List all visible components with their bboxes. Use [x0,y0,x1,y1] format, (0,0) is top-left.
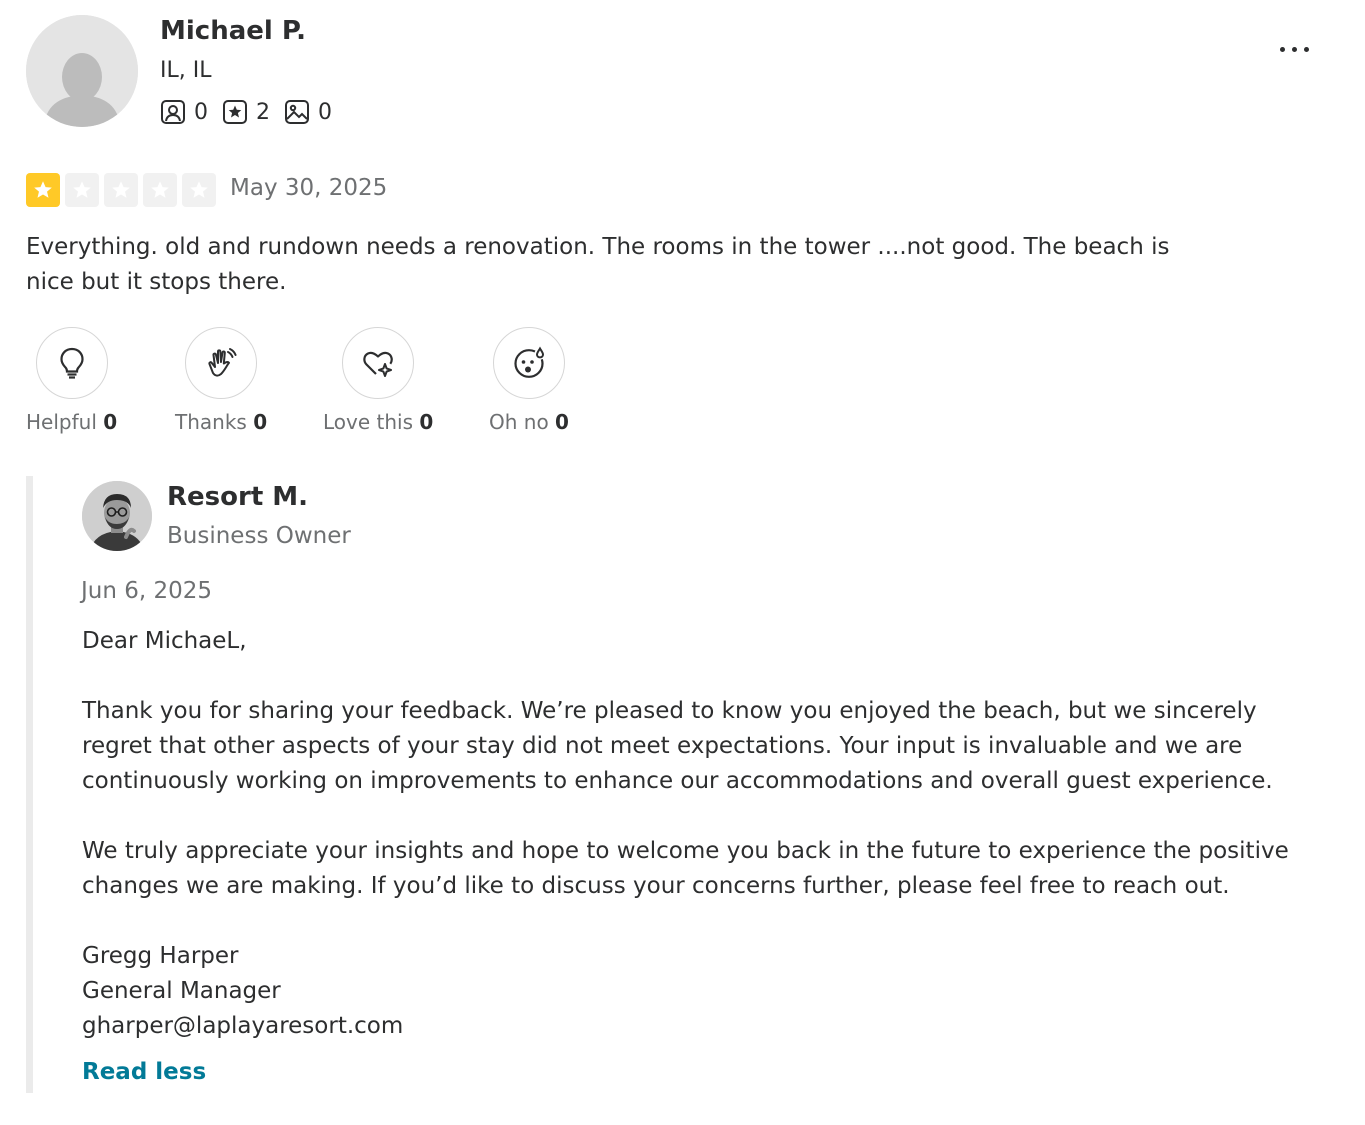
love-this-count: 0 [419,410,434,434]
thanks-reaction-button[interactable]: Thanks 0 [175,327,267,434]
reviewer-stats: 0 2 0 [160,99,346,125]
star-rating [26,173,216,207]
star-icon [104,173,138,207]
reviews-stat: 2 [222,99,270,125]
photos-stat: 0 [284,99,332,125]
friends-icon [161,100,185,124]
review-date: May 30, 2025 [230,175,388,201]
oh-no-reaction-button[interactable]: Oh no 0 [489,327,569,434]
more-options-button[interactable] [1270,34,1318,64]
waving-hands-icon [208,348,237,377]
oh-no-count: 0 [555,410,569,434]
oh-no-label: Oh no 0 [489,410,569,434]
reply-date: Jun 6, 2025 [81,578,213,604]
dot-icon [1291,46,1297,52]
friends-stat: 0 [160,99,208,125]
review-card: Michael P. IL, IL 0 2 0 May 30, 2025 Eve… [0,0,1365,1125]
reviewer-location: IL, IL [160,58,212,83]
helpful-count: 0 [103,410,118,434]
lightbulb-icon [59,347,84,379]
reply-paragraph: We truly appreciate your insights and ho… [82,838,1289,899]
star-icon [143,173,177,207]
review-text: Everything. old and rundown needs a reno… [26,234,1170,295]
reaction-circle[interactable] [492,327,565,399]
reaction-circle[interactable] [342,327,415,399]
thanks-count: 0 [253,410,268,434]
reviewer-avatar[interactable] [26,15,138,127]
star-icon [65,173,99,207]
reviewer-name[interactable]: Michael P. [160,16,306,46]
thanks-label: Thanks 0 [175,410,268,434]
helpful-label: Helpful 0 [26,410,118,434]
signature-name: Gregg Harper [82,943,239,969]
helpful-reaction-button[interactable]: Helpful 0 [26,327,117,434]
reply-paragraph: Thank you for sharing your feedback. We’… [82,698,1273,794]
default-avatar-icon [26,15,138,127]
photos-count: 0 [318,99,332,125]
friends-count: 0 [194,99,208,125]
love-this-reaction-button[interactable]: Love this 0 [323,327,433,434]
reply-greeting: Dear MichaeL, [82,628,247,654]
reaction-circle[interactable] [185,327,258,399]
dot-icon [1279,46,1285,52]
reply-body: Dear MichaeL, Thank you for sharing your… [82,624,1327,1044]
signature-email: gharper@laplayaresort.com [82,1013,404,1039]
review-star-icon [223,100,247,124]
love-this-label: Love this 0 [323,410,434,434]
owner-photo [82,481,152,551]
heart-sparkle-icon [363,351,393,377]
owner-name: Resort M. [167,482,309,512]
shocked-face-icon [514,346,544,378]
reviews-count: 2 [256,99,270,125]
photo-icon [285,100,309,124]
owner-role: Business Owner [167,523,351,549]
star-icon [182,173,216,207]
dot-icon [1303,46,1309,52]
owner-avatar[interactable] [82,481,152,551]
signature-title: General Manager [82,978,281,1004]
business-owner-reply: Resort M. Business Owner Jun 6, 2025 Dea… [26,476,1326,1093]
read-less-link[interactable]: Read less [82,1059,206,1085]
reaction-circle[interactable] [35,327,108,399]
star-icon [26,173,60,207]
